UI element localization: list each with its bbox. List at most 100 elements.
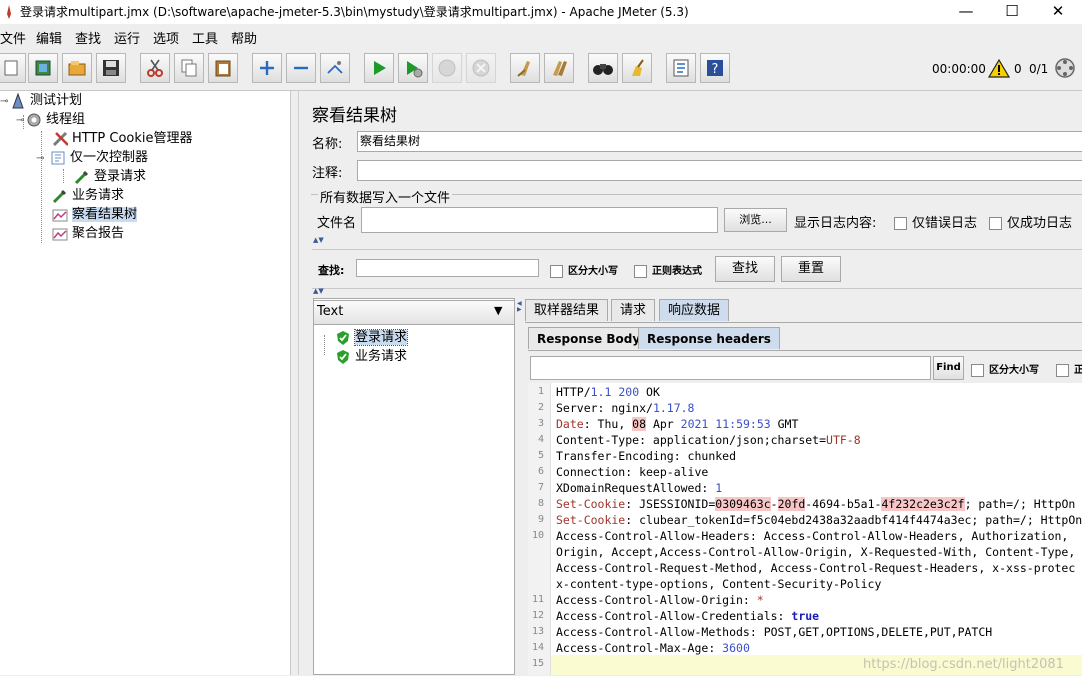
menu-bar: 文件 编辑 查找 运行 选项 工具 帮助 <box>0 24 1082 48</box>
search-input[interactable] <box>356 259 539 277</box>
new-icon[interactable] <box>0 53 26 83</box>
response-regex-box[interactable] <box>1056 363 1069 377</box>
help-icon[interactable]: ? <box>700 53 730 83</box>
browse-button[interactable]: 浏览... <box>724 208 787 232</box>
reset-search-broom-icon[interactable] <box>622 53 652 83</box>
tab-response-body[interactable]: Response Body <box>528 327 650 349</box>
graph-icon <box>52 209 68 221</box>
function-helper-icon[interactable] <box>666 53 696 83</box>
header-line: 11 Access-Control-Allow-Origin: * <box>531 593 764 607</box>
tab-sampler-result[interactable]: 取样器结果 <box>525 299 609 321</box>
comment-field[interactable] <box>357 160 1082 181</box>
pipette-icon <box>74 170 89 184</box>
tree-item-once-controller[interactable]: ⊸ 仅一次控制器 <box>36 148 148 167</box>
open-icon[interactable] <box>62 53 92 83</box>
tab-response-data[interactable]: 响应数据 <box>659 299 730 321</box>
minimize-button[interactable]: — <box>946 0 986 24</box>
comment-label: 注释: <box>312 166 343 181</box>
header-line-wrap: x-content-type-options, Content-Security… <box>556 577 882 591</box>
tree-item-view-results-tree[interactable]: 察看结果树 <box>52 205 138 224</box>
find-button[interactable]: 查找 <box>715 256 775 282</box>
clear-all-icon[interactable] <box>544 53 574 83</box>
maximize-button[interactable]: ☐ <box>992 0 1032 24</box>
start-icon[interactable] <box>364 53 394 83</box>
success-shield-icon <box>337 330 349 345</box>
errors-only-label: 仅错误日志 <box>912 216 978 231</box>
shutdown-icon[interactable] <box>466 53 496 83</box>
tree-item-business-request[interactable]: 业务请求 <box>52 186 124 205</box>
title-bar: 登录请求multipart.jmx (D:\software\apache-jm… <box>0 0 1082 24</box>
graph-icon <box>52 228 68 240</box>
header-line: 2 Server: nginx/1.17.8 <box>537 401 695 415</box>
paste-icon[interactable] <box>208 53 238 83</box>
tab-response-headers[interactable]: Response headers <box>638 327 780 349</box>
header-line: 12 Access-Control-Allow-Credentials: true <box>531 609 820 623</box>
start-no-pause-icon[interactable] <box>398 53 428 83</box>
watermark: https://blog.csdn.net/light2081 <box>863 657 1064 672</box>
stop-icon[interactable] <box>432 53 462 83</box>
response-regex-checkbox[interactable]: 正 <box>1056 361 1082 377</box>
menu-tools[interactable]: 工具 <box>192 28 218 47</box>
search-binoculars-icon[interactable] <box>588 53 618 83</box>
copy-icon[interactable] <box>174 53 204 83</box>
warning-icon[interactable] <box>988 58 1010 78</box>
collapse-arrows-icon-2[interactable]: ▲▼ <box>313 288 324 295</box>
menu-run[interactable]: 运行 <box>114 28 140 47</box>
errors-only-checkbox[interactable]: 仅错误日志 <box>894 212 977 231</box>
response-case-checkbox[interactable]: 区分大小写 <box>971 361 1039 377</box>
tab-request[interactable]: 请求 <box>611 299 656 321</box>
header-line-wrap: Access-Control-Request-Method, Access-Co… <box>556 561 1076 575</box>
close-button[interactable]: ✕ <box>1038 0 1078 24</box>
elapsed-time: 00:00:00 <box>932 62 986 76</box>
case-sensitive-checkbox[interactable]: 区分大小写 <box>550 262 618 278</box>
toggle-icon[interactable] <box>320 53 350 83</box>
menu-search[interactable]: 查找 <box>75 28 101 47</box>
case-sensitive-box[interactable] <box>550 264 563 278</box>
clear-icon[interactable] <box>510 53 540 83</box>
menu-options[interactable]: 选项 <box>153 28 179 47</box>
split-pane-divider[interactable] <box>291 91 299 675</box>
menu-help[interactable]: 帮助 <box>231 28 257 47</box>
name-field[interactable]: 察看结果树 <box>357 131 1082 152</box>
regex-checkbox[interactable]: 正则表达式 <box>634 262 702 278</box>
search-label: 查找: <box>318 264 345 277</box>
response-find-button[interactable]: Find <box>933 356 964 380</box>
success-only-checkbox[interactable]: 仅成功日志 <box>989 212 1072 231</box>
test-plan-tree: ⊸ 测试计划 ⊸ 线程组 HTTP Cookie管理器 ⊸ 仅一次控制器 登录请求 业… <box>0 91 291 675</box>
reset-button[interactable]: 重置 <box>781 256 841 282</box>
header-line: 7 XDomainRequestAllowed: 1 <box>537 481 723 495</box>
templates-icon[interactable] <box>28 53 58 83</box>
results-split-divider[interactable]: ◀ ▶ <box>515 298 525 675</box>
response-headers-text[interactable]: 1 HTTP/1.1 200 OK 2 Server: nginx/1.17.8 3… <box>528 383 1082 675</box>
header-line: 13 Access-Control-Allow-Methods: POST,GET… <box>531 625 993 639</box>
name-label: 名称: <box>312 137 343 152</box>
response-find-input[interactable] <box>530 356 931 380</box>
response-case-box[interactable] <box>971 363 984 377</box>
menu-edit[interactable]: 编辑 <box>36 28 62 47</box>
header-line: 8 Set-Cookie: JSESSIONID=0309463c-20fd-46… <box>537 497 1076 511</box>
renderer-select[interactable]: Text ▼ <box>313 300 515 325</box>
svg-text:?: ? <box>712 62 719 77</box>
tree-item-test-plan[interactable]: ⊸ 测试计划 <box>0 91 82 110</box>
regex-box[interactable] <box>634 264 647 278</box>
filename-field[interactable] <box>361 207 718 233</box>
thread-status-icon <box>1055 58 1075 78</box>
tree-item-thread-group[interactable]: ⊸ 线程组 <box>16 110 85 129</box>
collapse-icon[interactable] <box>286 53 316 83</box>
errors-only-box[interactable] <box>894 217 907 230</box>
expand-icon[interactable] <box>252 53 282 83</box>
tree-item-cookie-manager[interactable]: HTTP Cookie管理器 <box>52 129 193 148</box>
cut-icon[interactable] <box>140 53 170 83</box>
tree-item-aggregate-report[interactable]: 聚合报告 <box>52 224 124 243</box>
renderer-value: Text <box>317 304 344 319</box>
result-item-login[interactable]: 登录请求 <box>335 326 409 346</box>
split-arrows-icon[interactable]: ◀ ▶ <box>517 301 522 313</box>
save-icon[interactable] <box>96 53 126 83</box>
tree-item-login-request[interactable]: 登录请求 <box>74 167 146 186</box>
collapse-arrows-icon[interactable]: ▲▼ <box>313 237 324 244</box>
header-line: 6 Connection: keep-alive <box>537 465 709 479</box>
result-item-business[interactable]: 业务请求 <box>335 345 407 365</box>
menu-file[interactable]: 文件 <box>0 28 26 47</box>
header-line-wrap: Origin, Accept,Access-Control-Allow-Orig… <box>556 545 1076 559</box>
success-only-box[interactable] <box>989 217 1002 230</box>
